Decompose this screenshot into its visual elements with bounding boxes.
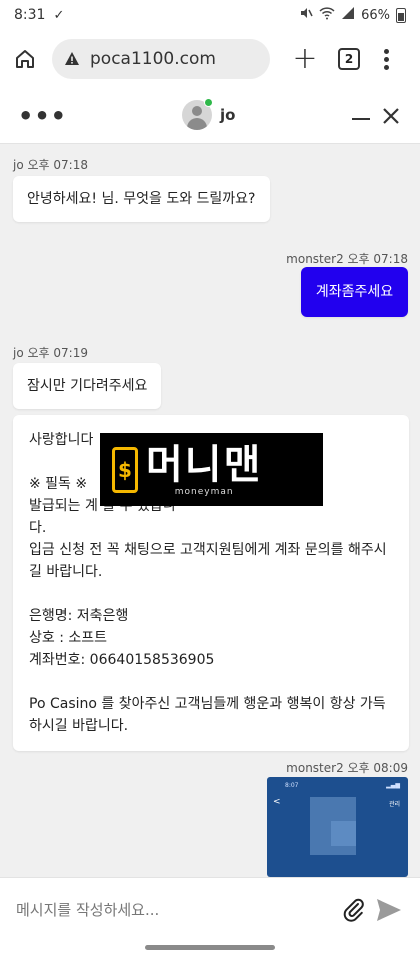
paperclip-icon[interactable] — [342, 898, 366, 922]
status-icons: 66% — [299, 6, 406, 24]
check-icon: ✓ — [53, 7, 65, 23]
message-composer — [0, 877, 420, 941]
send-icon[interactable] — [376, 898, 402, 922]
status-time: 8:31 — [14, 7, 46, 23]
browser-toolbar: poca1100.com + 2 — [0, 30, 420, 88]
logo-text: 머니맨 — [146, 441, 263, 488]
url-text: poca1100.com — [90, 49, 216, 69]
message-text: 안녕하세요! 님. 무엇을 도와 드릴까요? — [27, 191, 256, 207]
message-line: 은행명: 저축은행 — [29, 608, 129, 624]
wifi-icon — [319, 6, 335, 24]
message-line: 계좌번호: 06640158536905 — [29, 652, 215, 668]
system-nav-bar — [0, 941, 420, 957]
message-text: 잠시만 기다려주세요 — [27, 378, 148, 394]
image-attachment[interactable]: 8:07 ▂▄▆ < 관리 — [267, 777, 408, 877]
watermark-logo: $ 머니맨 moneyman — [100, 433, 323, 506]
online-status-icon — [204, 98, 213, 107]
more-horizontal-icon[interactable]: ••• — [18, 104, 67, 128]
warning-icon — [65, 52, 79, 65]
my-message-bubble: 계좌좀주세요 — [301, 267, 408, 317]
logo-subtext: moneyman — [174, 486, 234, 497]
message-line: 입금 신청 전 꼭 채팅으로 고객지원팀에게 계좌 문의를 해주시 — [29, 542, 387, 558]
blurred-region — [331, 821, 356, 846]
status-bar: 8:31 ✓ 66% — [0, 0, 420, 30]
thumbnail-back-icon: < — [273, 797, 281, 807]
chat-messages[interactable]: jo 오후 07:18 안녕하세요! 님. 무엇을 도와 드릴까요? monst… — [0, 144, 420, 877]
message-meta: monster2 오후 07:18 — [286, 252, 408, 266]
message-line: 다. — [29, 520, 47, 536]
message-line: 하시길 바랍니다. — [29, 718, 129, 734]
more-vertical-icon[interactable] — [382, 48, 390, 70]
message-line — [29, 671, 393, 693]
message-bubble: 안녕하세요! 님. 무엇을 도와 드릴까요? — [13, 176, 270, 222]
message-line: Po Casino 를 찾아주신 고객님들께 행운과 행복이 항상 가득 — [29, 696, 386, 712]
home-icon[interactable] — [10, 44, 40, 74]
message-text: 계좌좀주세요 — [315, 284, 394, 300]
battery-percent: 66% — [361, 7, 390, 23]
battery-icon — [396, 7, 406, 23]
message-line: 길 바랍니다. — [29, 564, 103, 580]
close-icon[interactable] — [381, 106, 401, 126]
address-bar[interactable]: poca1100.com — [52, 39, 270, 79]
message-meta: jo 오후 07:19 — [13, 346, 88, 360]
message-meta: monster2 오후 08:09 — [286, 761, 408, 775]
chat-header: ••• jo — [0, 88, 420, 144]
message-input[interactable] — [16, 900, 316, 919]
mute-icon — [299, 6, 313, 24]
thumbnail-signal-icon: ▂▄▆ — [386, 782, 400, 789]
dollar-phone-icon: $ — [112, 446, 138, 493]
message-bubble: 잠시만 기다려주세요 — [13, 363, 162, 409]
plus-icon[interactable]: + — [292, 44, 318, 74]
message-meta: jo 오후 07:18 — [13, 158, 88, 172]
tabs-icon[interactable]: 2 — [338, 48, 360, 70]
message-line — [29, 583, 393, 605]
thumbnail-label: 관리 — [388, 801, 400, 808]
home-gesture-handle[interactable] — [145, 945, 275, 950]
message-line: 상호 : 소프트 — [29, 630, 108, 646]
thumbnail-time: 8:07 — [285, 782, 299, 789]
minimize-icon[interactable] — [352, 118, 370, 120]
agent-name: jo — [220, 106, 236, 124]
signal-icon — [341, 6, 355, 24]
